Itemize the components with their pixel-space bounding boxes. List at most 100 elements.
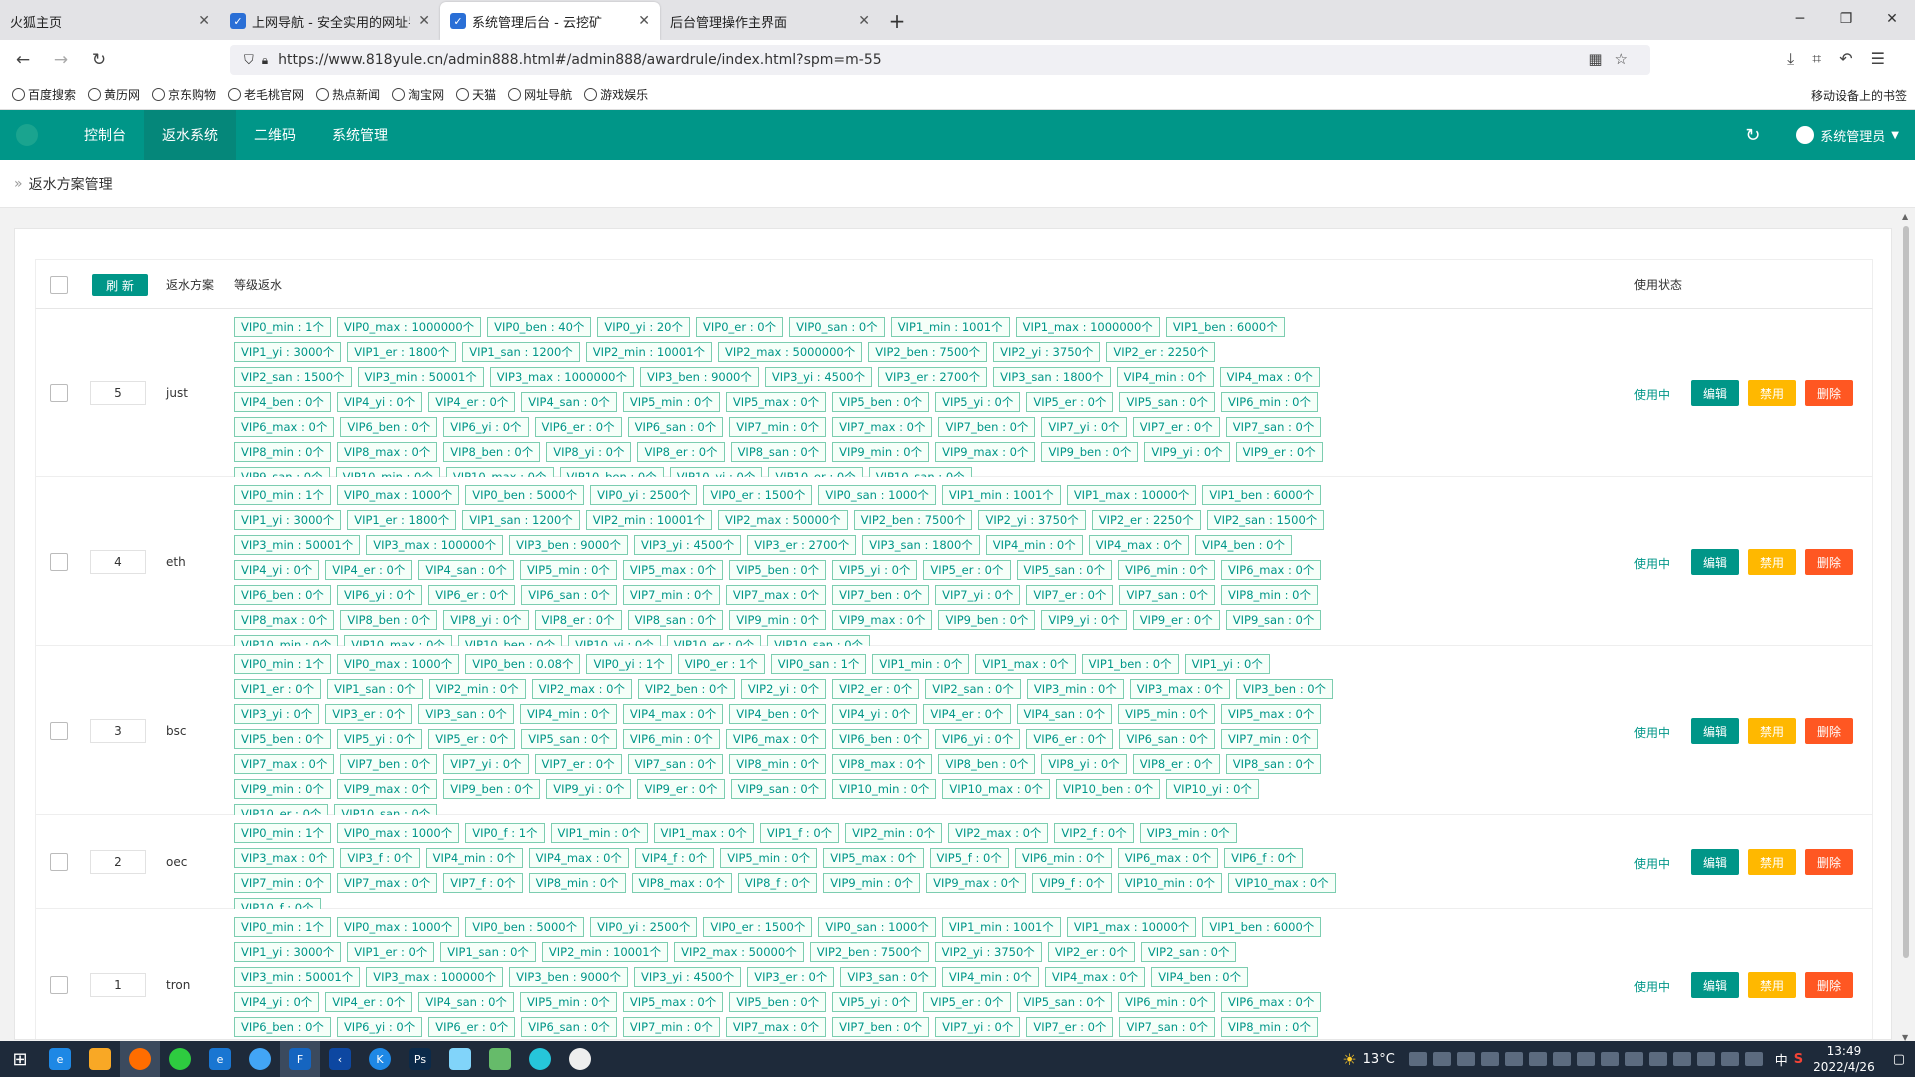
scroll-thumb[interactable] xyxy=(1903,226,1909,958)
delete-button[interactable]: 删除 xyxy=(1805,849,1853,875)
bookmark-item[interactable]: 淘宝网 xyxy=(392,86,444,103)
reload-icon[interactable]: ↻ xyxy=(84,45,114,75)
select-all-checkbox[interactable] xyxy=(50,276,68,294)
tray-icon[interactable] xyxy=(1696,1052,1715,1066)
forward-arrow-icon[interactable]: → xyxy=(46,45,76,75)
tray-icon[interactable] xyxy=(1480,1052,1499,1066)
mobile-bookmarks[interactable]: 移动设备上的书签 xyxy=(1811,87,1907,104)
new-tab-plus-icon[interactable]: + xyxy=(880,2,914,40)
edit-button[interactable]: 编辑 xyxy=(1691,380,1739,406)
tray-icon[interactable] xyxy=(1720,1052,1739,1066)
delete-button[interactable]: 删除 xyxy=(1805,972,1853,998)
firefox-icon[interactable] xyxy=(120,1041,160,1077)
close-icon[interactable]: ✕ xyxy=(418,13,430,29)
sort-order-input[interactable]: 3 xyxy=(90,719,146,743)
close-icon[interactable]: ✕ xyxy=(638,13,650,29)
clock[interactable]: 13:49 2022/4/26 xyxy=(1813,1043,1875,1075)
edit-button[interactable]: 编辑 xyxy=(1691,972,1739,998)
address-bar[interactable]: ⛉ 🔒︎ https://www.818yule.cn/admin888.htm… xyxy=(230,45,1650,75)
bookmark-item[interactable]: 百度搜索 xyxy=(12,86,76,103)
bookmark-item[interactable]: 游戏娱乐 xyxy=(584,86,648,103)
minimize-icon[interactable]: ─ xyxy=(1777,0,1823,38)
refresh-icon[interactable]: ↻ xyxy=(1745,125,1760,146)
delete-button[interactable]: 删除 xyxy=(1805,718,1853,744)
edit-button[interactable]: 编辑 xyxy=(1691,718,1739,744)
edit-button[interactable]: 编辑 xyxy=(1691,549,1739,575)
browser-tab-home[interactable]: 火狐主页 ✕ xyxy=(0,2,220,40)
edge-icon[interactable] xyxy=(520,1041,560,1077)
scroll-up-icon[interactable]: ▲ xyxy=(1902,212,1908,221)
sort-order-input[interactable]: 2 xyxy=(90,850,146,874)
start-icon[interactable]: ⊞ xyxy=(0,1041,40,1077)
k-app-icon[interactable]: K xyxy=(360,1041,400,1077)
bookmark-item[interactable]: 黄历网 xyxy=(88,86,140,103)
edit-button[interactable]: 编辑 xyxy=(1691,849,1739,875)
explorer-icon[interactable] xyxy=(80,1041,120,1077)
disable-button[interactable]: 禁用 xyxy=(1748,972,1796,998)
tray-icon[interactable] xyxy=(1456,1052,1475,1066)
row-checkbox[interactable] xyxy=(50,722,68,740)
close-icon[interactable]: ✕ xyxy=(198,13,210,29)
bookmark-item[interactable]: 网址导航 xyxy=(508,86,572,103)
close-window-icon[interactable]: ✕ xyxy=(1869,0,1915,38)
tray-icon[interactable] xyxy=(1504,1052,1523,1066)
notepad-icon[interactable] xyxy=(440,1041,480,1077)
browser-tab-main[interactable]: 后台管理操作主界面 ✕ xyxy=(660,2,880,40)
vertical-scrollbar[interactable]: ▲ ▼ xyxy=(1901,212,1911,1042)
tray-icon[interactable] xyxy=(1624,1052,1643,1066)
tray-icon[interactable] xyxy=(1648,1052,1667,1066)
wechat-icon[interactable] xyxy=(160,1041,200,1077)
avatar[interactable] xyxy=(1796,126,1815,144)
notification-icon[interactable]: ▢ xyxy=(1893,1052,1905,1067)
vs-icon[interactable]: ‹ xyxy=(320,1041,360,1077)
edge-legacy-icon[interactable]: e xyxy=(200,1041,240,1077)
disable-button[interactable]: 禁用 xyxy=(1748,718,1796,744)
bookmark-item[interactable]: 天猫 xyxy=(456,86,496,103)
back-arrow-icon[interactable]: ← xyxy=(8,45,38,75)
browser-tab-admin[interactable]: ✓ 系统管理后台 - 云挖矿 ✕ xyxy=(440,2,660,40)
weather-temp[interactable]: 13°C xyxy=(1363,1052,1395,1067)
tray-icon[interactable] xyxy=(1408,1052,1427,1066)
sort-order-input[interactable]: 1 xyxy=(90,973,146,997)
disable-button[interactable]: 禁用 xyxy=(1748,549,1796,575)
qr-star-icons[interactable]: ▦☆ xyxy=(1588,50,1640,68)
delete-button[interactable]: 删除 xyxy=(1805,549,1853,575)
menu-system-admin[interactable]: 系统管理 xyxy=(314,110,406,160)
tray-icon[interactable] xyxy=(1552,1052,1571,1066)
photoshop-icon[interactable]: Ps xyxy=(400,1041,440,1077)
ie-icon[interactable]: e xyxy=(40,1041,80,1077)
menu-rebate-system[interactable]: 返水系统 xyxy=(144,110,236,160)
tray-icon[interactable] xyxy=(1576,1052,1595,1066)
tray-icon[interactable] xyxy=(1672,1052,1691,1066)
browser-icon[interactable] xyxy=(240,1041,280,1077)
restore-icon[interactable]: ❐ xyxy=(1823,0,1869,38)
bookmark-item[interactable]: 老毛桃官网 xyxy=(228,86,304,103)
tray-icon[interactable] xyxy=(1432,1052,1451,1066)
bookmark-item[interactable]: 热点新闻 xyxy=(316,86,380,103)
tray-icon[interactable] xyxy=(1600,1052,1619,1066)
bookmark-item[interactable]: 京东购物 xyxy=(152,86,216,103)
menu-qrcode[interactable]: 二维码 xyxy=(236,110,314,160)
tray-icon[interactable] xyxy=(1744,1052,1763,1066)
disable-button[interactable]: 禁用 xyxy=(1748,849,1796,875)
chevron-down-icon[interactable]: ▼ xyxy=(1891,130,1899,141)
disable-button[interactable]: 禁用 xyxy=(1748,380,1796,406)
tray-icon[interactable] xyxy=(1528,1052,1547,1066)
panda-icon[interactable] xyxy=(560,1041,600,1077)
sort-order-input[interactable]: 4 xyxy=(90,550,146,574)
close-icon[interactable]: ✕ xyxy=(858,13,870,29)
ime-indicator[interactable]: 中 xyxy=(1775,1050,1788,1069)
row-checkbox[interactable] xyxy=(50,976,68,994)
game-icon[interactable] xyxy=(480,1041,520,1077)
menu-dashboard[interactable]: 控制台 xyxy=(66,110,144,160)
row-checkbox[interactable] xyxy=(50,384,68,402)
toolbar-icons[interactable]: ⤓⌗↶☰ xyxy=(1787,49,1903,69)
user-name[interactable]: 系统管理员 xyxy=(1820,126,1885,145)
sogou-icon[interactable]: S xyxy=(1794,1052,1803,1067)
sort-order-input[interactable]: 5 xyxy=(90,381,146,405)
row-checkbox[interactable] xyxy=(50,553,68,571)
refresh-button[interactable]: 刷 新 xyxy=(92,274,148,296)
browser-tab-nav[interactable]: ✓ 上网导航 - 安全实用的网址导航 ✕ xyxy=(220,2,440,40)
foxmail-icon[interactable]: F xyxy=(280,1041,320,1077)
delete-button[interactable]: 删除 xyxy=(1805,380,1853,406)
